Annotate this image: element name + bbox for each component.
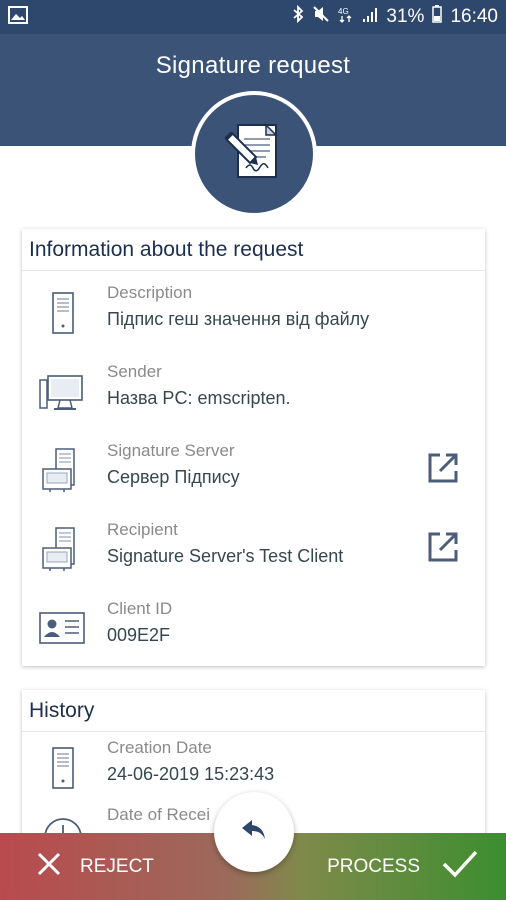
server-rack-icon	[38, 524, 88, 574]
mute-icon	[312, 5, 330, 29]
reject-button[interactable]: REJECT	[36, 833, 154, 900]
document-badge	[191, 91, 317, 217]
signature-server-value: Сервер Підпису	[107, 467, 240, 487]
description-label: Description	[107, 283, 193, 302]
history-card-title: History	[22, 690, 485, 732]
desktop-computer-icon	[38, 366, 88, 416]
info-row-signature-server[interactable]: Signature Server Сервер Підпису	[22, 441, 485, 501]
network-4g-icon: 4G	[338, 5, 354, 29]
open-external-icon[interactable]	[426, 530, 460, 564]
history-row-creation-date: Creation Date 24-06-2019 15:23:43	[22, 738, 485, 798]
close-icon	[36, 851, 62, 883]
clock-time: 16:40	[450, 6, 498, 27]
id-card-icon	[38, 603, 88, 653]
recipient-label: Recipient	[107, 520, 178, 539]
description-value: Підпис геш значення від файлу	[107, 309, 370, 329]
date-of-receipt-label: Date of Recei	[107, 805, 210, 824]
reject-label: REJECT	[80, 855, 154, 877]
server-tower-icon	[38, 742, 88, 792]
client-id-label: Client ID	[107, 599, 173, 618]
information-card: Information about the request Descriptio…	[22, 229, 485, 666]
client-id-value: 009E2F	[107, 625, 171, 645]
server-tower-icon	[38, 287, 88, 337]
creation-date-label: Creation Date	[107, 738, 212, 757]
signed-document-icon	[222, 121, 286, 188]
status-bar: 4G 31% 16:40	[0, 0, 506, 34]
battery-percent: 31%	[386, 6, 425, 27]
information-card-title: Information about the request	[22, 229, 485, 271]
page-title: Signature request	[155, 52, 351, 79]
reply-arrow-icon	[241, 818, 267, 847]
signal-icon	[362, 5, 378, 29]
info-row-sender: Sender Назва PC: emscripten.	[22, 362, 485, 422]
back-button[interactable]	[214, 792, 294, 872]
sender-label: Sender	[107, 362, 162, 381]
server-rack-icon	[38, 445, 88, 495]
info-row-recipient[interactable]: Recipient Signature Server's Test Client	[22, 520, 485, 580]
open-external-icon[interactable]	[426, 451, 460, 485]
process-button[interactable]: PROCESS	[327, 833, 478, 900]
signature-server-label: Signature Server	[107, 441, 235, 460]
battery-icon	[432, 5, 443, 29]
bluetooth-icon	[292, 4, 304, 29]
image-icon	[8, 5, 28, 29]
sender-value: Назва PC: emscripten.	[107, 388, 291, 408]
process-label: PROCESS	[327, 855, 420, 877]
svg-text:4G: 4G	[338, 7, 349, 16]
info-row-description: Description Підпис геш значення від файл…	[22, 283, 485, 343]
info-row-client-id: Client ID 009E2F	[22, 599, 485, 659]
creation-date-value: 24-06-2019 15:23:43	[107, 764, 275, 784]
recipient-value: Signature Server's Test Client	[107, 546, 344, 566]
checkmark-icon	[442, 849, 478, 885]
